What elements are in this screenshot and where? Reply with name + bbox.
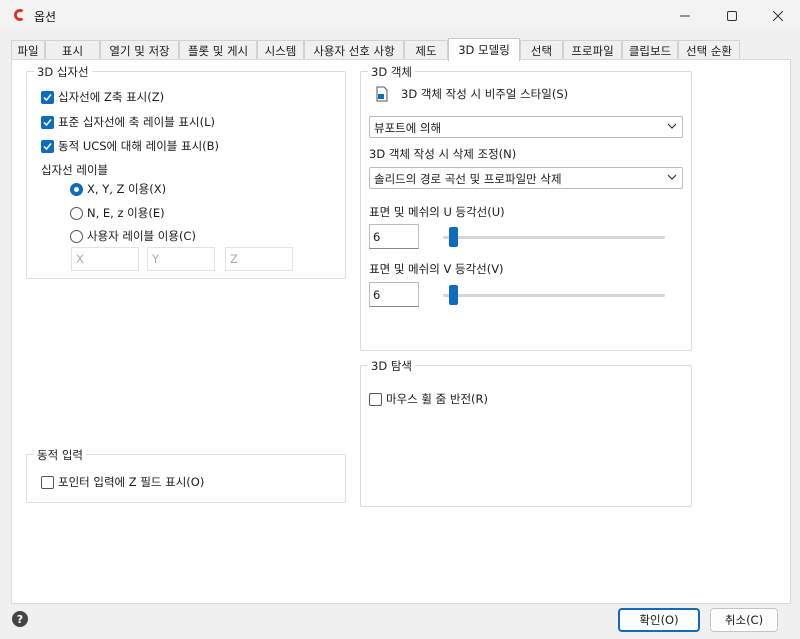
navigation-3d-group: 3D 탐색 마우스 휠 줌 반전(R): [360, 358, 692, 507]
u-isolines-input[interactable]: 6: [369, 224, 419, 249]
tab-user-preferences[interactable]: 사용자 선호 사항: [304, 40, 404, 60]
show-z-axis-label: 십자선에 Z축 표시(Z): [58, 90, 165, 104]
close-icon: [773, 10, 783, 21]
reverse-wheel-zoom-checkbox[interactable]: 마우스 휠 줌 반전(R): [369, 391, 488, 407]
u-isolines-label: 표면 및 메쉬의 U 등각선(U): [369, 205, 505, 219]
maximize-button[interactable]: [709, 0, 755, 31]
checkbox-checked-icon: [41, 90, 54, 104]
dynamic-ucs-labels-checkbox[interactable]: 동적 UCS에 대해 레이블 표시(B): [41, 138, 219, 154]
document-icon: [376, 86, 388, 102]
app-logo-icon: [13, 9, 24, 21]
show-z-axis-checkbox[interactable]: 십자선에 Z축 표시(Z): [41, 89, 164, 105]
tab-file[interactable]: 파일: [11, 40, 45, 60]
v-isolines-input[interactable]: 6: [369, 282, 419, 307]
label-axes-checkbox[interactable]: 표준 십자선에 축 레이블 표시(L): [41, 114, 215, 130]
u-isolines-slider-track[interactable]: [443, 236, 665, 239]
custom-y-field[interactable]: Y: [147, 247, 215, 271]
custom-z-field[interactable]: Z: [225, 247, 293, 271]
cancel-button[interactable]: 취소(C): [710, 608, 778, 632]
v-isolines-slider-track[interactable]: [443, 294, 665, 297]
checkbox-unchecked-icon: [369, 392, 382, 406]
dynamic-input-group: 동적 입력 포인터 입력에 Z 필드 표시(O): [26, 447, 346, 503]
show-z-field-checkbox[interactable]: 포인터 입력에 Z 필드 표시(O): [41, 474, 204, 490]
deletion-control-label: 3D 객체 작성 시 삭제 조정(N): [369, 147, 517, 161]
radio-unselected-icon: [70, 229, 83, 243]
dynamic-ucs-labels-label: 동적 UCS에 대해 레이블 표시(B): [58, 139, 220, 153]
deletion-control-dropdown[interactable]: 솔리드의 경로 곡선 및 프로파일만 삭제: [369, 167, 683, 189]
tab-system[interactable]: 시스템: [257, 40, 304, 60]
tab-selection-cycling[interactable]: 선택 순환: [678, 40, 740, 60]
minimize-button[interactable]: [662, 0, 708, 31]
dynamic-input-group-title: 동적 입력: [34, 447, 86, 463]
radio-xyz-label: X, Y, Z 이용(X): [87, 182, 167, 196]
tab-plot-publish[interactable]: 플롯 및 게시: [179, 40, 257, 60]
checkbox-unchecked-icon: [41, 475, 54, 489]
crosshair-labels-heading: 십자선 레이블: [41, 163, 109, 177]
minimize-icon: [680, 15, 690, 16]
objects-3d-group-title: 3D 객체: [368, 64, 415, 80]
radio-xyz[interactable]: X, Y, Z 이용(X): [70, 181, 166, 197]
u-isolines-slider-thumb[interactable]: [449, 227, 459, 247]
radio-unselected-icon: [70, 206, 83, 220]
title-bar: 옵션: [0, 0, 800, 31]
tab-selection[interactable]: 선택: [520, 40, 563, 60]
close-button[interactable]: [755, 0, 800, 31]
radio-custom-label: 사용자 레이블 이용(C): [87, 229, 196, 243]
tab-clipboard[interactable]: 클립보드: [622, 40, 678, 60]
checkbox-checked-icon: [41, 115, 54, 129]
window-title: 옵션: [34, 10, 57, 24]
tab-drafting[interactable]: 제도: [404, 40, 448, 60]
radio-nez[interactable]: N, E, z 이용(E): [70, 205, 165, 221]
deletion-control-value: 솔리드의 경로 곡선 및 프로파일만 삭제: [374, 172, 562, 186]
label-axes-label: 표준 십자선에 축 레이블 표시(L): [58, 115, 215, 129]
visual-style-value: 뷰포트에 의해: [374, 121, 442, 135]
reverse-wheel-zoom-label: 마우스 휠 줌 반전(R): [386, 392, 488, 406]
tab-open-save[interactable]: 열기 및 저장: [100, 40, 179, 60]
radio-selected-icon: [70, 182, 83, 196]
ok-button[interactable]: 확인(O): [618, 608, 700, 632]
tab-display[interactable]: 표시: [45, 40, 100, 60]
tab-profiles[interactable]: 프로파일: [563, 40, 622, 60]
chevron-down-icon: [667, 174, 677, 180]
navigation-3d-group-title: 3D 탐색: [368, 358, 415, 374]
options-content-panel: 3D 십자선 십자선에 Z축 표시(Z) 표준 십자선에 축 레이블 표시(L)…: [11, 59, 791, 604]
v-isolines-slider-thumb[interactable]: [449, 285, 459, 305]
radio-nez-label: N, E, z 이용(E): [87, 206, 165, 220]
maximize-icon: [727, 10, 737, 21]
checkbox-checked-icon: [41, 139, 54, 153]
visual-style-heading: 3D 객체 작성 시 비주얼 스타일(S): [375, 86, 568, 102]
visual-style-label: 3D 객체 작성 시 비주얼 스타일(S): [401, 87, 569, 101]
v-isolines-label: 표면 및 메쉬의 V 등각선(V): [369, 262, 504, 276]
visual-style-dropdown[interactable]: 뷰포트에 의해: [369, 116, 683, 138]
custom-x-field[interactable]: X: [71, 247, 139, 271]
help-icon[interactable]: ?: [12, 611, 28, 627]
radio-custom[interactable]: 사용자 레이블 이용(C): [70, 228, 196, 244]
tab-strip: 파일 표시 열기 및 저장 플롯 및 게시 시스템 사용자 선호 사항 제도 3…: [0, 38, 800, 61]
objects-3d-group: 3D 객체 3D 객체 작성 시 비주얼 스타일(S) 뷰포트에 의해 3D 객…: [360, 64, 692, 351]
crosshair-group: 3D 십자선 십자선에 Z축 표시(Z) 표준 십자선에 축 레이블 표시(L)…: [26, 64, 346, 279]
crosshair-group-title: 3D 십자선: [34, 64, 92, 80]
show-z-field-label: 포인터 입력에 Z 필드 표시(O): [58, 475, 205, 489]
tab-3d-modeling[interactable]: 3D 모델링: [448, 38, 520, 61]
chevron-down-icon: [667, 123, 677, 129]
